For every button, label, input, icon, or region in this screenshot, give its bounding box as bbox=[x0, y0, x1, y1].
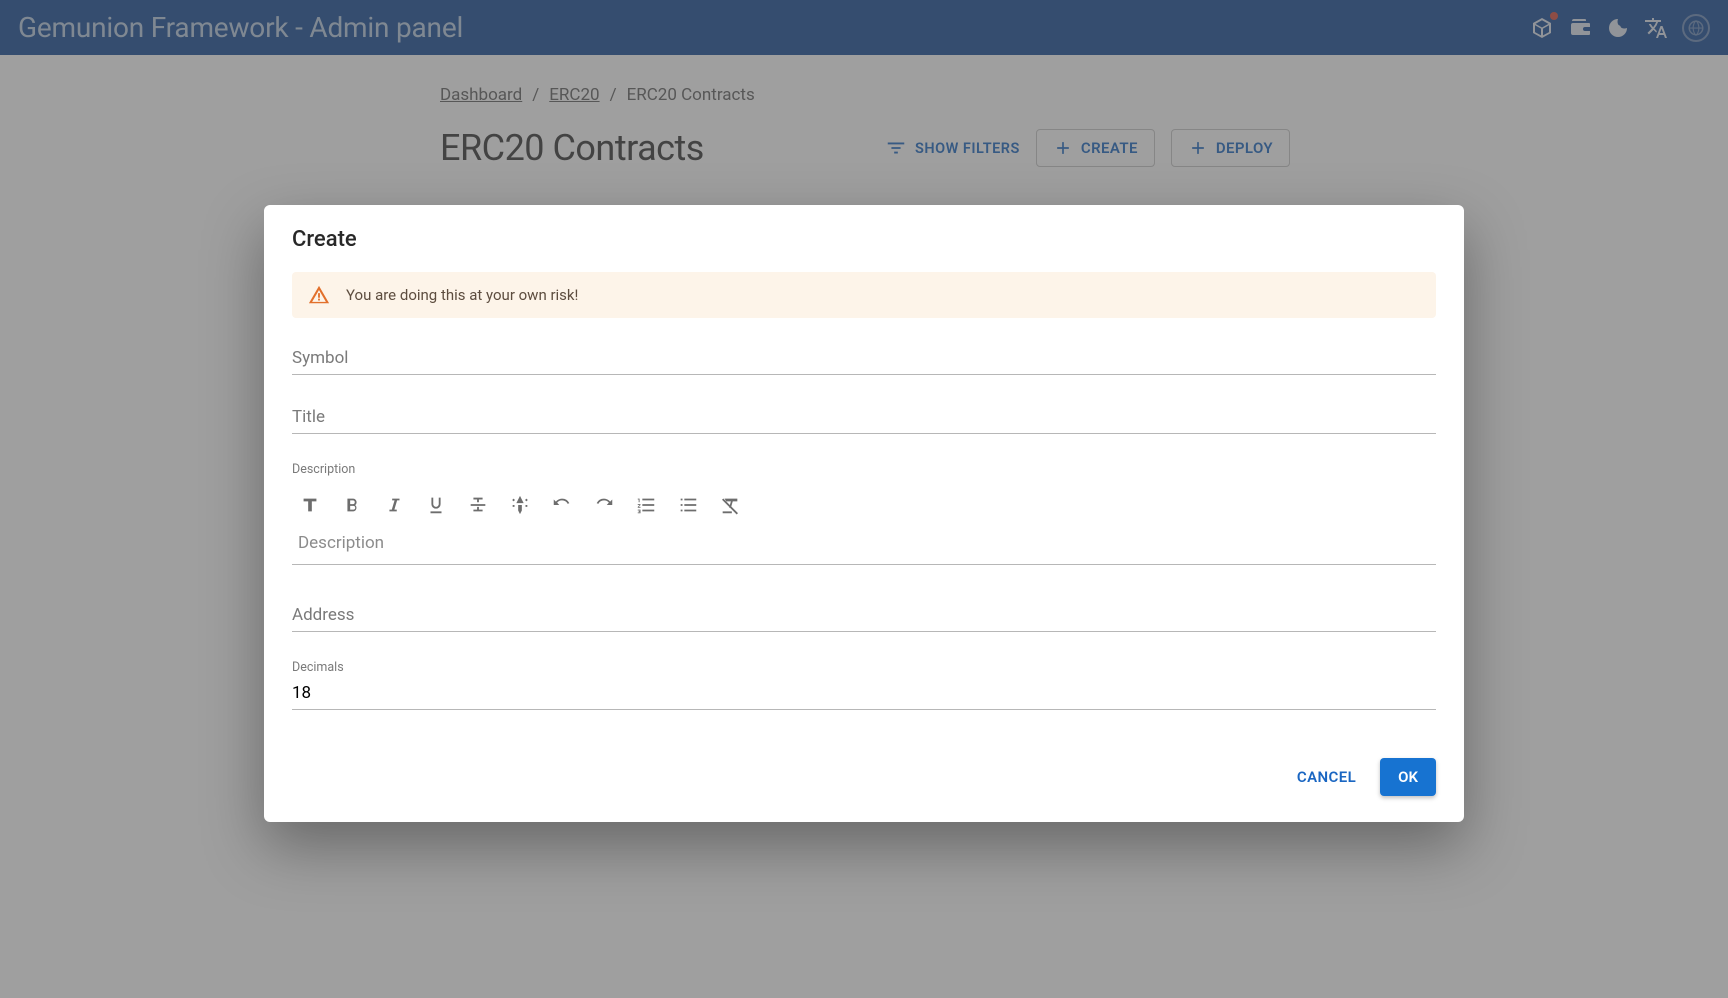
address-input[interactable] bbox=[292, 601, 1436, 632]
create-dialog: Create You are doing this at your own ri… bbox=[264, 205, 1464, 822]
rte-underline-icon[interactable] bbox=[424, 493, 448, 517]
rte-toolbar bbox=[292, 487, 1436, 529]
dialog-actions: CANCEL OK bbox=[264, 710, 1464, 796]
decimals-input[interactable] bbox=[292, 679, 1436, 710]
description-field: Description Description bbox=[292, 462, 1436, 565]
warning-icon bbox=[308, 284, 330, 306]
symbol-input[interactable] bbox=[292, 344, 1436, 375]
rte-title-icon[interactable] bbox=[298, 493, 322, 517]
rte-list-ol-icon[interactable] bbox=[634, 493, 658, 517]
decimals-label: Decimals bbox=[292, 660, 1436, 675]
dialog-title: Create bbox=[264, 227, 1464, 272]
title-input[interactable] bbox=[292, 403, 1436, 434]
description-input[interactable]: Description bbox=[292, 529, 1436, 565]
title-field bbox=[292, 403, 1436, 434]
rte-clear-format-icon[interactable] bbox=[718, 493, 742, 517]
rte-undo-icon[interactable] bbox=[550, 493, 574, 517]
rte-italic-icon[interactable] bbox=[382, 493, 406, 517]
ok-button[interactable]: OK bbox=[1380, 758, 1436, 796]
symbol-field bbox=[292, 344, 1436, 375]
cancel-button[interactable]: CANCEL bbox=[1283, 758, 1370, 796]
rte-bold-icon[interactable] bbox=[340, 493, 364, 517]
decimals-field: Decimals bbox=[292, 660, 1436, 710]
rte-strike-icon[interactable] bbox=[466, 493, 490, 517]
address-field bbox=[292, 601, 1436, 632]
rte-redo-icon[interactable] bbox=[592, 493, 616, 517]
rte-highlight-icon[interactable] bbox=[508, 493, 532, 517]
warning-alert: You are doing this at your own risk! bbox=[292, 272, 1436, 318]
description-label: Description bbox=[292, 462, 1436, 477]
warning-text: You are doing this at your own risk! bbox=[346, 286, 578, 304]
rte-list-ul-icon[interactable] bbox=[676, 493, 700, 517]
